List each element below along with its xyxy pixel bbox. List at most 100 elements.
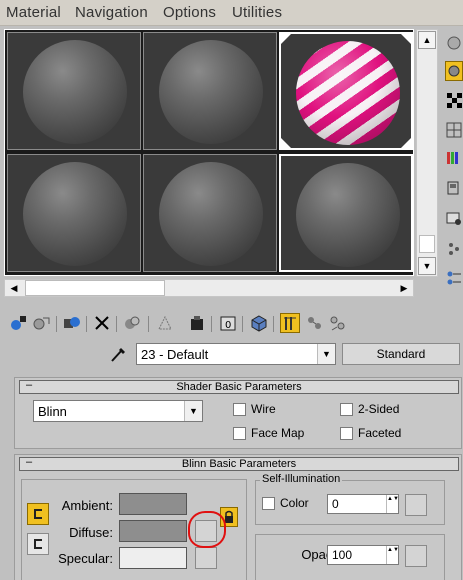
wire-checkbox[interactable]	[233, 403, 246, 416]
self-illum-spinner[interactable]: 0 ▲▼	[327, 494, 399, 514]
shader-type-value: Blinn	[38, 404, 67, 419]
show-map-in-viewport-icon[interactable]	[249, 313, 269, 333]
scroll-thumb[interactable]	[25, 280, 165, 296]
diffuse-color-swatch[interactable]	[119, 520, 187, 542]
active-corner-mark	[401, 34, 411, 44]
scroll-up-button[interactable]: ▲	[418, 31, 436, 49]
faceted-checkbox[interactable]	[340, 427, 353, 440]
material-sphere-striped	[296, 41, 400, 145]
toolbar-separator	[242, 316, 243, 332]
material-name-value: 23 - Default	[141, 347, 209, 362]
slots-horizontal-scrollbar[interactable]: ◀ ▶	[4, 279, 414, 297]
chevron-down-icon[interactable]: ▼	[184, 401, 202, 421]
ambient-color-swatch[interactable]	[119, 493, 187, 515]
menu-bar: Material Navigation Options Utilities	[0, 0, 463, 26]
assign-material-to-selection-icon[interactable]	[62, 313, 82, 333]
pick-material-from-object-icon[interactable]	[108, 344, 128, 364]
specular-label: Specular:	[58, 551, 113, 566]
rollout-title: Blinn Basic Parameters	[181, 458, 297, 470]
toolbar-separator	[86, 316, 87, 332]
material-name-dropdown[interactable]: 23 - Default ▼	[136, 343, 336, 365]
material-sphere	[159, 162, 263, 266]
collapse-icon: –	[26, 379, 33, 391]
spinner-arrows-icon[interactable]: ▲▼	[386, 546, 399, 564]
material-sphere	[296, 163, 400, 267]
material-sphere	[23, 40, 127, 144]
chevron-down-icon[interactable]: ▼	[317, 344, 335, 364]
toolbar-separator	[116, 316, 117, 332]
put-material-to-scene-icon[interactable]	[31, 313, 51, 333]
video-color-check-icon[interactable]	[445, 149, 463, 169]
material-sphere	[159, 40, 263, 144]
sample-slot-5[interactable]	[143, 154, 277, 272]
active-corner-mark	[281, 138, 291, 148]
reset-map-icon[interactable]	[92, 313, 112, 333]
sample-slot-2[interactable]	[143, 32, 277, 150]
sample-slot-1[interactable]	[7, 32, 141, 150]
face-map-label: Face Map	[251, 426, 305, 440]
make-preview-icon[interactable]	[445, 179, 463, 199]
two-sided-checkbox[interactable]	[340, 403, 353, 416]
self-illum-color-label: Color	[280, 496, 309, 510]
put-to-library-icon[interactable]	[187, 313, 207, 333]
material-name-row: 23 - Default ▼ Standard	[0, 341, 463, 367]
specular-color-swatch[interactable]	[119, 547, 187, 569]
opacity-map-button[interactable]	[405, 545, 427, 567]
two-sided-label: 2-Sided	[358, 402, 400, 416]
rollout-header[interactable]: – Blinn Basic Parameters	[19, 456, 459, 471]
menu-navigation[interactable]: Navigation	[75, 4, 148, 21]
show-end-result-icon[interactable]	[280, 313, 300, 333]
sample-type-icon[interactable]	[445, 33, 463, 53]
active-corner-mark	[281, 34, 291, 44]
backlight-icon[interactable]	[445, 61, 463, 81]
scroll-thumb[interactable]	[419, 235, 435, 253]
toolbar-separator	[273, 316, 274, 332]
scroll-left-button[interactable]: ◀	[6, 280, 22, 296]
active-corner-mark	[401, 138, 411, 148]
toolbar-separator	[148, 316, 149, 332]
go-to-parent-icon[interactable]	[305, 313, 325, 333]
menu-material[interactable]: Material	[6, 4, 61, 21]
self-illumination-title: Self-Illumination	[260, 473, 343, 485]
blinn-basic-parameters-rollout: – Blinn Basic Parameters Ambient: Diffus…	[14, 454, 462, 580]
menu-options[interactable]: Options	[163, 4, 216, 21]
diffuse-label: Diffuse:	[69, 525, 113, 540]
scroll-right-button[interactable]: ▶	[396, 280, 412, 296]
make-unique-icon[interactable]	[155, 313, 175, 333]
side-toolbar	[443, 29, 463, 299]
face-map-checkbox[interactable]	[233, 427, 246, 440]
sample-slot-6[interactable]	[279, 154, 413, 272]
material-navigator-icon[interactable]	[445, 269, 463, 289]
toolbar-separator	[56, 316, 57, 332]
specular-map-button[interactable]	[195, 547, 217, 569]
ambient-label: Ambient:	[61, 498, 113, 513]
toolbar-separator	[211, 316, 212, 332]
rollout-title: Shader Basic Parameters	[176, 381, 302, 393]
menu-utilities[interactable]: Utilities	[232, 4, 282, 21]
collapse-icon: –	[26, 456, 33, 468]
sample-slot-4[interactable]	[7, 154, 141, 272]
options-icon[interactable]	[445, 209, 463, 229]
get-material-icon[interactable]	[8, 313, 28, 333]
opacity-value: 100	[332, 548, 353, 562]
rollout-header[interactable]: – Shader Basic Parameters	[19, 379, 459, 394]
go-forward-to-sibling-icon[interactable]	[328, 313, 348, 333]
select-by-material-icon[interactable]	[445, 239, 463, 259]
material-effects-channel-icon[interactable]: 0	[218, 313, 238, 333]
self-illum-map-button[interactable]	[405, 494, 427, 516]
spinner-arrows-icon[interactable]: ▲▼	[386, 495, 399, 513]
shader-type-dropdown[interactable]: Blinn ▼	[33, 400, 203, 422]
svg-text:0: 0	[225, 320, 231, 331]
shader-basic-parameters-rollout: – Shader Basic Parameters Blinn ▼ Wire 2…	[14, 377, 462, 449]
slots-vertical-scrollbar[interactable]: ▲ ▼	[416, 29, 438, 277]
sample-slot-3-active[interactable]	[279, 32, 413, 150]
annotation-circle	[188, 511, 226, 548]
opacity-spinner[interactable]: 100 ▲▼	[327, 545, 399, 565]
material-type-button[interactable]: Standard	[342, 343, 460, 365]
scroll-down-button[interactable]: ▼	[418, 257, 436, 275]
copy-material-icon[interactable]	[122, 313, 142, 333]
sample-slot-grid	[4, 29, 414, 276]
self-illum-color-checkbox[interactable]	[262, 497, 275, 510]
uv-tiling-icon[interactable]	[445, 121, 463, 141]
background-checker-icon[interactable]	[445, 91, 463, 111]
